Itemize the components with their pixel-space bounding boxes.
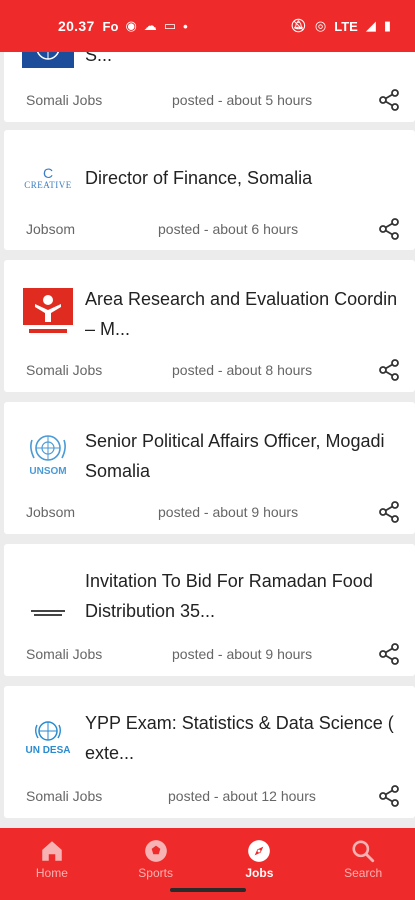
job-source: Jobsom	[26, 221, 76, 237]
job-feed[interactable]: S... Somali Jobs posted - about 5 hours …	[0, 0, 415, 828]
search-icon	[352, 840, 375, 863]
nav-label: Jobs	[245, 866, 274, 880]
share-icon[interactable]	[377, 358, 401, 382]
battery-icon: ▮	[383, 18, 391, 33]
job-source: Somali Jobs	[26, 92, 103, 108]
job-posted-time: posted - about 8 hours	[172, 362, 313, 378]
job-card[interactable]: UNSOM Senior Political Affairs Officer, …	[4, 402, 415, 534]
job-card[interactable]: Invitation To Bid For Ramadan Food Distr…	[4, 544, 415, 676]
job-card[interactable]: UN DESA YPP Exam: Statistics & Data Scie…	[4, 686, 415, 818]
job-posted-time: posted - about 12 hours	[168, 788, 316, 804]
job-posted-time: posted - about 6 hours	[158, 221, 299, 237]
save-the-children-icon	[22, 287, 74, 339]
job-title[interactable]: Director of Finance, Somalia	[85, 163, 415, 193]
notification-icons: Fo ◉ ☁ ▭ •	[103, 18, 188, 34]
compass-icon	[248, 840, 271, 862]
job-source: Somali Jobs	[26, 646, 103, 662]
job-posted-time: posted - about 9 hours	[158, 504, 299, 520]
system-icons: 🔕︎ ◎ LTE ◢ ▮	[290, 18, 391, 34]
unsom-icon: UNSOM	[22, 427, 74, 479]
home-icon	[42, 841, 62, 861]
creative-logo-icon: C CREATIVE	[24, 165, 72, 190]
alarm-icon: ◉	[125, 18, 137, 33]
share-icon[interactable]	[377, 642, 401, 666]
clock: 20.37	[58, 18, 95, 34]
job-card[interactable]: Area Research and Evaluation Coordin – M…	[4, 260, 415, 392]
laptop-icon: ▭	[163, 18, 177, 33]
job-source: Somali Jobs	[26, 788, 103, 804]
soccer-ball-icon	[144, 840, 167, 862]
red-crescent-icon	[22, 569, 74, 621]
status-bar: 20.37 Fo ◉ ☁ ▭ • 🔕︎ ◎ LTE ◢ ▮	[0, 0, 415, 52]
signal-icon: ◢	[365, 18, 376, 33]
job-card[interactable]: C CREATIVE Director of Finance, Somalia …	[4, 130, 415, 250]
job-title[interactable]: Senior Political Affairs Officer, Mogadi…	[85, 426, 415, 486]
job-title[interactable]: Invitation To Bid For Ramadan Food Distr…	[85, 566, 415, 626]
share-icon[interactable]	[377, 217, 401, 241]
job-title[interactable]: YPP Exam: Statistics & Data Science ( ex…	[85, 708, 415, 768]
job-posted-time: posted - about 5 hours	[172, 92, 313, 108]
job-source: Somali Jobs	[26, 362, 103, 378]
network-type: LTE	[334, 18, 358, 34]
nav-search[interactable]: Search	[311, 828, 415, 900]
nav-label: Sports	[138, 866, 173, 880]
cloud-icon: ☁	[143, 18, 157, 33]
nav-home[interactable]: Home	[0, 828, 104, 900]
nav-label: Search	[344, 866, 383, 880]
job-title[interactable]: Area Research and Evaluation Coordin – M…	[85, 284, 415, 344]
home-indicator[interactable]	[170, 888, 246, 892]
job-posted-time: posted - about 9 hours	[172, 646, 313, 662]
mute-icon: 🔕︎	[290, 18, 307, 33]
more-dot-icon: •	[183, 18, 188, 34]
notification-app-icon: Fo	[102, 18, 119, 34]
hotspot-icon: ◎	[314, 18, 327, 33]
share-icon[interactable]	[377, 784, 401, 808]
share-icon[interactable]	[377, 500, 401, 524]
share-icon[interactable]	[377, 88, 401, 112]
nav-label: Home	[35, 866, 68, 880]
job-source: Jobsom	[26, 504, 76, 520]
un-desa-icon: UN DESA	[22, 711, 74, 763]
